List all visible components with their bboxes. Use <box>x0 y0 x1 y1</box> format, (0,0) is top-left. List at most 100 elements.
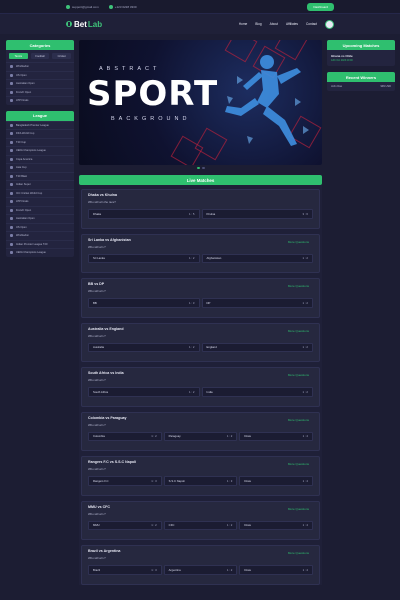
league-list: Bangladesh Premier League FIFA World Cup T… <box>6 120 74 257</box>
category-item[interactable]: US Open <box>6 70 74 80</box>
match-question: Who will win ? <box>88 244 106 249</box>
tab-cricket[interactable]: Cricket <box>52 53 72 59</box>
more-questions-link[interactable]: More Questions <box>288 240 309 244</box>
odds-team: Draw <box>244 434 251 439</box>
league-item[interactable]: Wimbledon <box>6 231 74 240</box>
odds-button[interactable]: India 1 : 2 <box>201 387 313 397</box>
odds-button[interactable]: Paraguay 1 : 2 <box>163 431 238 442</box>
odds-button[interactable]: S.S.C Napoli 1 : 3 <box>163 476 238 486</box>
phone-icon <box>108 4 113 9</box>
odds-button[interactable]: Draw 1 : 2 <box>239 520 314 531</box>
league-item[interactable]: UEFA Champions League <box>6 248 74 257</box>
odds-button[interactable]: Sri Lanka 1 : 2 <box>88 253 200 264</box>
odds-row: Rangers F.C 1 : 3 S.S.C Napoli 1 : 3 Draw 1 :… <box>88 476 314 486</box>
bullet-icon <box>10 82 13 86</box>
category-item[interactable]: Australian Open <box>6 79 74 88</box>
phone-text: +123 0228 3330 <box>114 4 137 9</box>
odds-button[interactable]: BB 1 : 3 <box>88 298 200 308</box>
odds-button[interactable]: Dhaka 1 : 5 <box>88 209 200 219</box>
user-avatar[interactable] <box>325 19 334 29</box>
more-questions-link[interactable]: More Questions <box>288 373 309 377</box>
phone-contact[interactable]: +123 0228 3330 <box>108 4 137 9</box>
bullet-icon <box>10 132 13 136</box>
more-questions-link[interactable]: More Questions <box>288 418 309 422</box>
winners-panel: Recent Winners John Doe 999 USD <box>327 72 395 91</box>
match-title: South Africa vs India <box>88 371 124 375</box>
league-item[interactable]: Bangladesh Premier League <box>6 120 74 130</box>
odds-value: 1 : 3 <box>226 478 233 483</box>
nav-item-about[interactable]: About <box>270 22 278 26</box>
odds-value: 3 : 6 <box>302 211 308 216</box>
more-questions-link[interactable]: More Questions <box>288 551 309 555</box>
tab-football[interactable]: Football <box>30 53 50 59</box>
odds-button[interactable]: Colombia 1 : 2 <box>88 431 162 442</box>
dashboard-button[interactable]: Dashboard <box>307 2 334 11</box>
odds-button[interactable]: DP 1 : 2 <box>201 298 313 308</box>
odds-button[interactable]: MMU 1 : 2 <box>88 520 162 531</box>
league-item[interactable]: ICC Cricket World Cup <box>6 188 74 198</box>
odds-team: DP <box>206 300 211 305</box>
league-item[interactable]: T20 Blast <box>6 171 74 181</box>
odds-button[interactable]: Afghanistan 1 : 2 <box>201 253 313 264</box>
odds-button[interactable]: CFC 1 : 2 <box>163 520 238 531</box>
match-card: Australia vs England More Questions Who wi… <box>81 322 320 362</box>
odds-button[interactable]: South Africa 1 : 2 <box>88 387 200 397</box>
slider-dot[interactable] <box>196 167 200 169</box>
odds-team: South Africa <box>93 389 109 394</box>
email-contact[interactable]: support@gmail.com <box>66 4 99 9</box>
league-item[interactable]: FIFA World Cup <box>6 129 74 138</box>
league-item[interactable]: UEFA Champions League <box>6 146 74 155</box>
nav-item-affiliates[interactable]: Affiliates <box>286 22 298 26</box>
bullet-icon <box>10 149 13 153</box>
odds-team: India <box>206 389 213 394</box>
league-title: League <box>6 110 74 121</box>
odds-button[interactable]: Rangers F.C 1 : 3 <box>88 476 162 486</box>
odds-button[interactable]: Khulna 3 : 6 <box>201 209 313 219</box>
nav-item-contact[interactable]: Contact <box>306 22 317 26</box>
odds-row: Dhaka 1 : 5 Khulna 3 : 6 <box>88 209 313 219</box>
odds-button[interactable]: Draw 1 : 2 <box>239 476 314 486</box>
brand-logo[interactable]: Bet Lab <box>66 20 102 29</box>
odds-row: Brazil 1 : 3 Argentina 1 : 2 Draw 1 : 2 <box>88 565 314 575</box>
more-questions-link[interactable]: More Questions <box>288 507 309 511</box>
league-item[interactable]: French Open <box>6 205 74 215</box>
category-item-label: Wimbledon <box>16 65 29 69</box>
odds-button[interactable]: Draw 1 : 2 <box>239 565 314 575</box>
category-item[interactable]: ATP Finals <box>6 96 74 105</box>
league-item[interactable]: Asia Cup <box>6 163 74 172</box>
category-item[interactable]: French Open <box>6 87 74 97</box>
league-item[interactable]: US Open <box>6 222 74 232</box>
upcoming-match[interactable]: Ghana vs Chile 12th Oct 2023 20:00 <box>327 50 395 66</box>
odds-row: South Africa 1 : 2 India 1 : 2 <box>88 387 313 397</box>
league-item[interactable]: Indian Super <box>6 180 74 189</box>
league-item-label: ATP Finals <box>16 200 29 204</box>
odds-button[interactable]: Australia 1 : 2 <box>88 342 200 353</box>
slider-dot[interactable] <box>201 167 205 169</box>
league-item-label: French Open <box>16 208 32 212</box>
odds-team: Dhaka <box>93 211 102 216</box>
league-item-label: Indian Super <box>16 183 31 187</box>
bullet-icon <box>10 191 13 195</box>
tab-tennis[interactable]: Tennis <box>9 53 28 59</box>
category-item[interactable]: Wimbledon <box>6 62 74 71</box>
more-questions-link[interactable]: More Questions <box>288 462 309 466</box>
league-item[interactable]: Australian Open <box>6 214 74 223</box>
league-item[interactable]: ATP Finals <box>6 197 74 206</box>
odds-team: Afghanistan <box>206 256 222 261</box>
hero-main-text: SPORT <box>87 74 219 114</box>
more-questions-link[interactable]: More Questions <box>288 329 309 333</box>
logo-icon <box>66 21 72 27</box>
more-questions-link[interactable]: More Questions <box>288 284 309 288</box>
odds-button[interactable]: Argentina 1 : 2 <box>163 565 238 575</box>
nav-item-blog[interactable]: Blog <box>255 22 261 26</box>
odds-button[interactable]: Brazil 1 : 3 <box>88 565 162 575</box>
nav-item-home[interactable]: Home <box>239 22 248 26</box>
league-item[interactable]: Indian Premier League T20 <box>6 239 74 249</box>
match-question: Who will win ? <box>88 378 106 382</box>
match-question: Who will win ? <box>88 333 106 338</box>
odds-button[interactable]: England 1 : 2 <box>201 342 313 353</box>
bullet-icon <box>10 234 13 238</box>
league-item[interactable]: Copa America <box>6 154 74 164</box>
league-item[interactable]: T20 Cup <box>6 137 74 147</box>
odds-button[interactable]: Draw 1 : 2 <box>239 431 314 442</box>
